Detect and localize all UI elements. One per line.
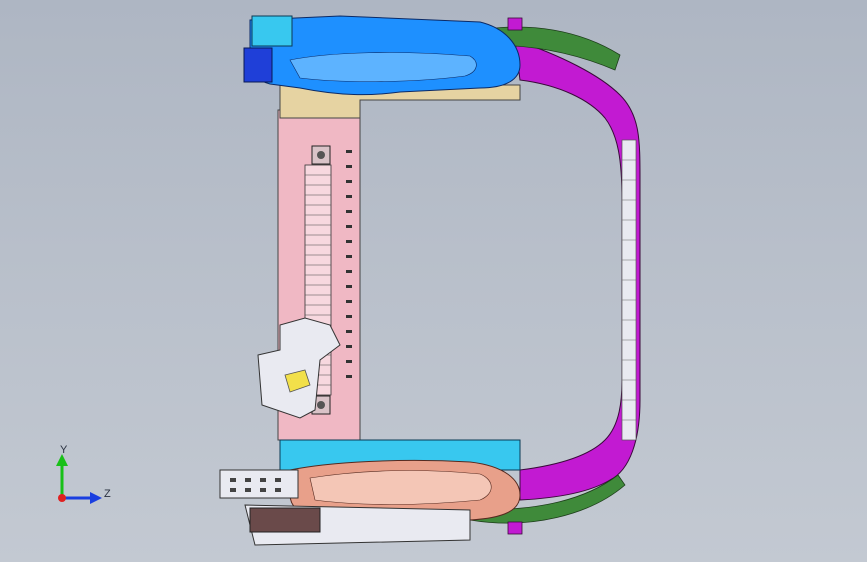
right-rib-strip — [621, 139, 637, 441]
magenta-side-frame — [514, 39, 641, 501]
bottom-left-bracket — [219, 469, 299, 499]
bolt-top-hole — [317, 151, 325, 159]
bottom-cushion-shade — [309, 470, 492, 505]
magenta-accent-bottom — [507, 521, 523, 535]
y-axis-label: Y — [60, 444, 68, 456]
seat-frame-model[interactable] — [0, 0, 867, 562]
z-axis-arrow — [90, 492, 102, 504]
axis-triad — [56, 454, 102, 504]
origin-point — [58, 494, 66, 502]
graphics-viewport[interactable]: Y Z — [0, 0, 867, 562]
z-axis-label: Z — [104, 488, 111, 500]
top-cyan-block — [251, 15, 293, 47]
bottom-dark-block — [249, 507, 321, 533]
bolt-bottom-hole — [317, 401, 325, 409]
top-cushion-highlight — [289, 52, 477, 82]
magenta-accent-top — [507, 17, 523, 31]
top-dark-blue-block — [243, 47, 273, 83]
